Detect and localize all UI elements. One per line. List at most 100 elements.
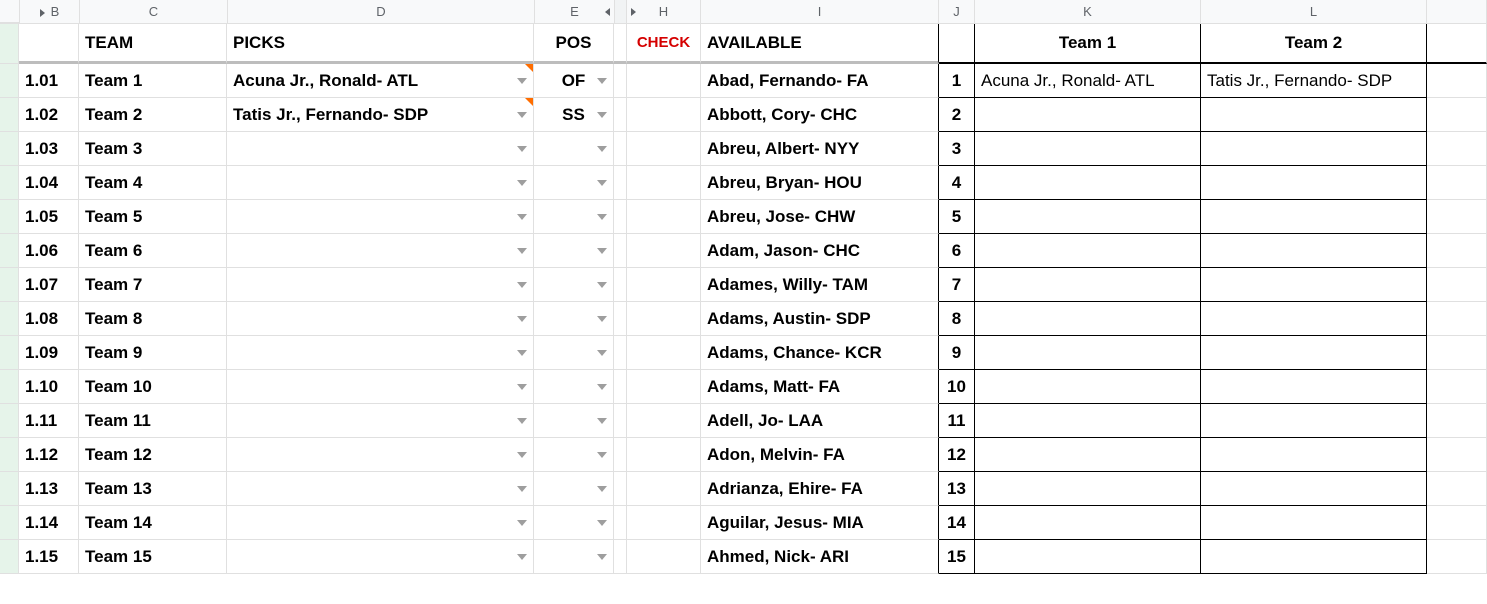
dropdown-icon[interactable] — [597, 316, 607, 322]
cell-j[interactable]: 1 — [939, 64, 975, 98]
cell-pick[interactable] — [227, 404, 534, 438]
header-extra[interactable] — [1427, 24, 1487, 64]
cell-pos[interactable] — [534, 404, 614, 438]
cell-k[interactable] — [975, 370, 1201, 404]
cell-extra[interactable] — [1427, 64, 1487, 98]
dropdown-icon[interactable] — [597, 350, 607, 356]
col-header-d[interactable]: D — [228, 0, 535, 23]
cell-pos[interactable] — [534, 370, 614, 404]
cell-k[interactable] — [975, 506, 1201, 540]
dropdown-icon[interactable] — [597, 486, 607, 492]
dropdown-icon[interactable] — [597, 146, 607, 152]
cell-pos[interactable]: OF — [534, 64, 614, 98]
col-header-k[interactable]: K — [975, 0, 1201, 23]
cell-gap[interactable] — [614, 166, 627, 200]
cell-pos[interactable] — [534, 166, 614, 200]
cell-team[interactable]: Team 10 — [79, 370, 227, 404]
cell-l[interactable] — [1201, 506, 1427, 540]
dropdown-icon[interactable] — [517, 248, 527, 254]
cell-team[interactable]: Team 3 — [79, 132, 227, 166]
dropdown-icon[interactable] — [597, 452, 607, 458]
cell-l[interactable] — [1201, 234, 1427, 268]
cell-check[interactable] — [627, 64, 701, 98]
row-header[interactable] — [0, 302, 19, 336]
row-header[interactable] — [0, 64, 19, 98]
cell-check[interactable] — [627, 506, 701, 540]
cell-pick[interactable] — [227, 200, 534, 234]
cell-team[interactable]: Team 12 — [79, 438, 227, 472]
cell-available[interactable]: Adell, Jo- LAA — [701, 404, 939, 438]
cell-gap[interactable] — [614, 98, 627, 132]
cell-k[interactable] — [975, 132, 1201, 166]
cell-pick-number[interactable]: 1.02 — [19, 98, 79, 132]
cell-k[interactable] — [975, 540, 1201, 574]
dropdown-icon[interactable] — [517, 282, 527, 288]
cell-j[interactable]: 14 — [939, 506, 975, 540]
cell-extra[interactable] — [1427, 540, 1487, 574]
corner-cell[interactable] — [0, 0, 20, 23]
cell-available[interactable]: Adams, Austin- SDP — [701, 302, 939, 336]
cell-j[interactable]: 5 — [939, 200, 975, 234]
cell-pick-number[interactable]: 1.03 — [19, 132, 79, 166]
cell-pos[interactable] — [534, 336, 614, 370]
cell-extra[interactable] — [1427, 438, 1487, 472]
cell-pos[interactable] — [534, 472, 614, 506]
dropdown-icon[interactable] — [517, 486, 527, 492]
dropdown-icon[interactable] — [597, 282, 607, 288]
cell-pick-number[interactable]: 1.04 — [19, 166, 79, 200]
row-header[interactable] — [0, 200, 19, 234]
note-indicator-icon[interactable] — [525, 98, 533, 106]
row-header[interactable] — [0, 268, 19, 302]
dropdown-icon[interactable] — [597, 112, 607, 118]
header-team2[interactable]: Team 2 — [1201, 24, 1427, 64]
cell-j[interactable]: 13 — [939, 472, 975, 506]
cell-k[interactable] — [975, 438, 1201, 472]
col-header-i[interactable]: I — [701, 0, 939, 23]
note-indicator-icon[interactable] — [525, 64, 533, 72]
expand-right-icon[interactable] — [631, 8, 636, 16]
header-team1[interactable]: Team 1 — [975, 24, 1201, 64]
cell-check[interactable] — [627, 268, 701, 302]
cell-l[interactable] — [1201, 166, 1427, 200]
cell-l[interactable] — [1201, 404, 1427, 438]
cell-k[interactable] — [975, 336, 1201, 370]
cell-pos[interactable] — [534, 132, 614, 166]
cell-l[interactable]: Tatis Jr., Fernando- SDP — [1201, 64, 1427, 98]
dropdown-icon[interactable] — [517, 554, 527, 560]
cell-extra[interactable] — [1427, 98, 1487, 132]
cell-k[interactable] — [975, 472, 1201, 506]
dropdown-icon[interactable] — [517, 384, 527, 390]
row-header[interactable] — [0, 438, 19, 472]
header-pos[interactable]: POS — [534, 24, 614, 64]
cell-pos[interactable] — [534, 540, 614, 574]
cell-pick-number[interactable]: 1.08 — [19, 302, 79, 336]
cell-check[interactable] — [627, 200, 701, 234]
cell-pick[interactable] — [227, 540, 534, 574]
cell-pick[interactable]: Acuna Jr., Ronald- ATL — [227, 64, 534, 98]
col-header-b[interactable]: B — [20, 0, 80, 23]
cell-l[interactable] — [1201, 98, 1427, 132]
cell-pos[interactable]: SS — [534, 98, 614, 132]
cell-j[interactable]: 12 — [939, 438, 975, 472]
cell-extra[interactable] — [1427, 404, 1487, 438]
dropdown-icon[interactable] — [597, 520, 607, 526]
cell-pick-number[interactable]: 1.07 — [19, 268, 79, 302]
row-header[interactable] — [0, 132, 19, 166]
cell-team[interactable]: Team 15 — [79, 540, 227, 574]
cell-pick-number[interactable]: 1.01 — [19, 64, 79, 98]
cell-j[interactable]: 2 — [939, 98, 975, 132]
cell-j[interactable]: 9 — [939, 336, 975, 370]
cell-team[interactable]: Team 13 — [79, 472, 227, 506]
cell-pick[interactable] — [227, 166, 534, 200]
cell-available[interactable]: Adames, Willy- TAM — [701, 268, 939, 302]
cell-team[interactable]: Team 14 — [79, 506, 227, 540]
cell-available[interactable]: Abad, Fernando- FA — [701, 64, 939, 98]
cell-pick-number[interactable]: 1.15 — [19, 540, 79, 574]
cell-pick[interactable] — [227, 234, 534, 268]
dropdown-icon[interactable] — [597, 384, 607, 390]
cell-j[interactable]: 6 — [939, 234, 975, 268]
cell-j[interactable]: 7 — [939, 268, 975, 302]
cell-pos[interactable] — [534, 234, 614, 268]
header-team[interactable]: TEAM — [79, 24, 227, 64]
header-available[interactable]: AVAILABLE — [701, 24, 939, 64]
